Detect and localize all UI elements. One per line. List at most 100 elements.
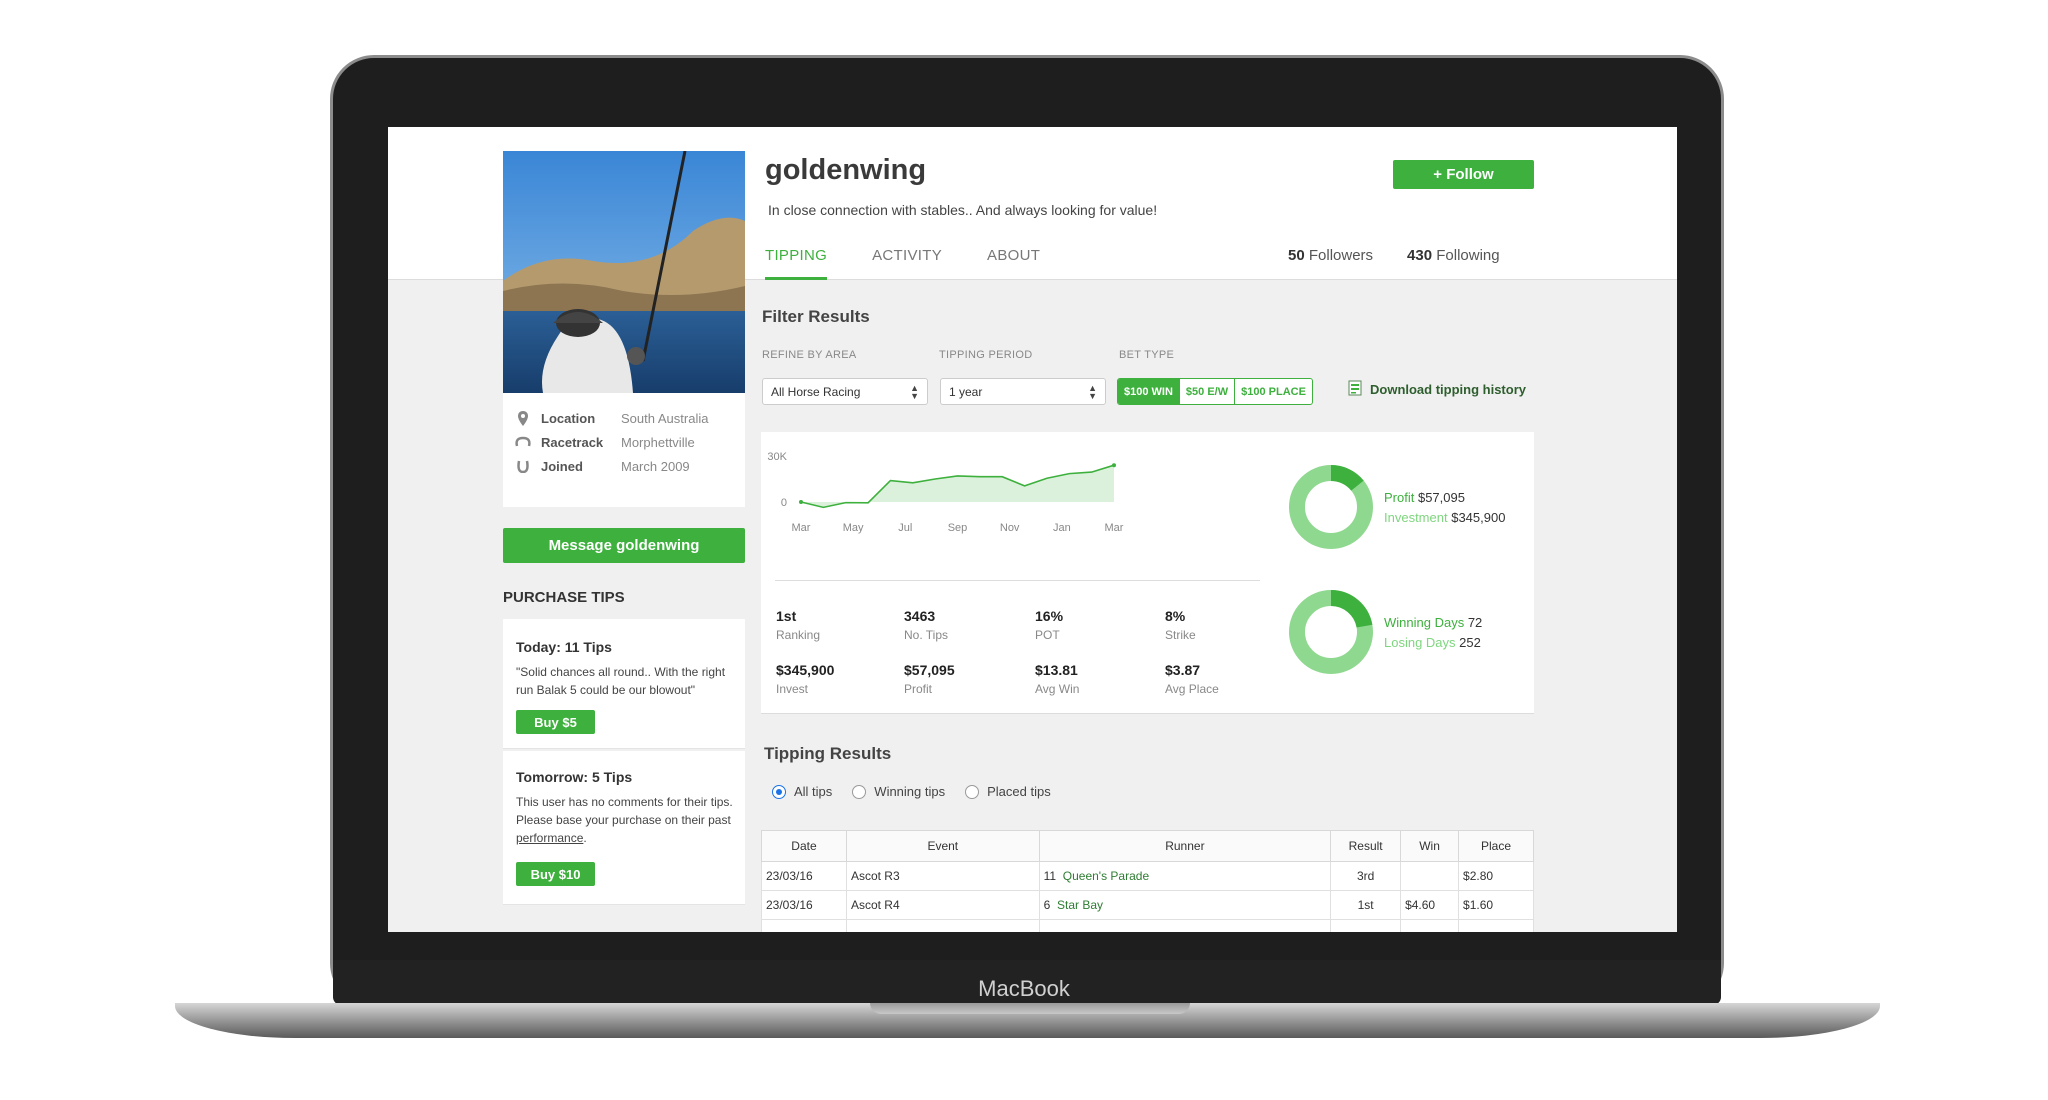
area-select[interactable]: All Horse Racing ▲ ▼	[762, 378, 928, 405]
stat-avg-place: $3.87 Avg Place	[1165, 662, 1219, 696]
col-win[interactable]: Win	[1400, 830, 1460, 862]
area-select-value: All Horse Racing	[771, 384, 861, 399]
col-result[interactable]: Result	[1330, 830, 1402, 862]
download-label: Download tipping history	[1370, 382, 1526, 397]
spreadsheet-icon	[1348, 380, 1362, 399]
cell-empty	[1458, 919, 1534, 932]
area-label: REFINE BY AREA	[762, 349, 857, 361]
stat-label: Invest	[776, 682, 809, 696]
info-label: Racetrack	[541, 434, 604, 450]
following-label: Following	[1436, 247, 1500, 264]
days-donut	[1289, 590, 1373, 674]
cell-runner: 6 Star Bay	[1038, 890, 1332, 920]
table-row[interactable]: 23/03/16 Ascot R3 11 Queen's Parade 3rd …	[761, 861, 1534, 891]
tip-card-text: This user has no comments for their tips…	[516, 793, 738, 847]
performance-link[interactable]: performance	[516, 831, 583, 845]
tab-activity[interactable]: ACTIVITY	[872, 247, 942, 280]
profile-photo	[503, 151, 745, 393]
info-label: Location	[541, 410, 596, 426]
tip-card-title: Today: 11 Tips	[516, 639, 612, 655]
radio-button[interactable]	[772, 784, 786, 799]
col-event[interactable]: Event	[845, 830, 1040, 862]
cell-date: 23/03/16	[761, 861, 847, 891]
tab-tipping[interactable]: TIPPING	[765, 247, 828, 280]
tab-about[interactable]: ABOUT	[987, 247, 1040, 280]
info-label: Joined	[541, 458, 583, 474]
y-tick-label: 0	[781, 497, 787, 509]
info-row-racetrack: Racetrack Morphettville	[515, 431, 695, 453]
bet-100-win[interactable]: $100 WIN	[1118, 379, 1179, 404]
stat-value: $3.87	[1165, 662, 1201, 678]
stat-label: Avg Win	[1035, 682, 1080, 696]
buy-10-button[interactable]: Buy $10	[516, 862, 595, 886]
x-tick-label: May	[843, 522, 864, 534]
donut-slice	[1330, 590, 1373, 628]
period-select[interactable]: 1 year ▲ ▼	[940, 378, 1106, 405]
radio-label: All tips	[794, 784, 833, 799]
select-arrows-icon: ▲ ▼	[1088, 382, 1097, 401]
x-tick-label: Mar	[792, 522, 811, 534]
followers-link[interactable]: 50 Followers	[1288, 247, 1373, 264]
radio-winning-tips[interactable]: Winning tips	[852, 784, 945, 799]
horseshoe-icon	[515, 434, 531, 450]
horseshoe-joined-icon	[515, 458, 531, 474]
bet-100-place[interactable]: $100 PLACE	[1234, 379, 1312, 404]
stat-avg-win: $13.81 Avg Win	[1035, 662, 1079, 696]
legend-a-label: Winning Days	[1384, 615, 1465, 630]
legend-a-value: $57,095	[1417, 490, 1465, 505]
radio-placed-tips[interactable]: Placed tips	[965, 784, 1051, 799]
col-runner[interactable]: Runner	[1038, 830, 1332, 862]
table-row-partial[interactable]	[761, 919, 1534, 932]
stats-panel: 30K 0 Mar May Jul Sep Nov Jan Mar 1st Ranking 346…	[761, 432, 1534, 714]
x-tick-label: Sep	[948, 522, 968, 534]
cell-result: 1st	[1330, 890, 1402, 920]
purchase-tips-title: PURCHASE TIPS	[503, 589, 625, 606]
download-history-link[interactable]: Download tipping history	[1348, 380, 1526, 399]
x-tick-label: Nov	[1000, 522, 1020, 534]
col-date[interactable]: Date	[761, 830, 847, 862]
stat-pot: 16% POT	[1035, 608, 1063, 642]
stat-strike: 8% Strike	[1165, 608, 1196, 642]
bet-type-group: $100 WIN $50 E/W $100 PLACE	[1117, 378, 1313, 405]
stat-ranking: 1st Ranking	[776, 608, 820, 642]
radio-button[interactable]	[852, 784, 867, 799]
tip-card-tomorrow: Tomorrow: 5 Tips This user has no commen…	[503, 751, 745, 905]
following-link[interactable]: 430 Following	[1407, 247, 1500, 264]
bet-50-ew[interactable]: $50 E/W	[1178, 379, 1234, 404]
stat-label: No. Tips	[904, 628, 949, 642]
table-row[interactable]: 23/03/16 Ascot R4 6 Star Bay 1st $4.60 $…	[761, 890, 1534, 920]
cell-win	[1400, 861, 1460, 891]
chart-divider	[775, 580, 1260, 581]
cell-empty	[761, 919, 847, 932]
chart-area	[801, 465, 1114, 508]
info-row-joined: Joined March 2009	[515, 455, 690, 477]
follow-counts: 50 Followers 430 Following	[1288, 247, 1500, 264]
runner-link[interactable]: Queen's Parade	[1063, 869, 1149, 883]
legend-b-label: Investment	[1384, 510, 1448, 525]
info-value: South Australia	[621, 410, 709, 426]
tipping-results-title: Tipping Results	[764, 744, 892, 763]
cell-place: $1.60	[1458, 890, 1534, 920]
radio-button[interactable]	[965, 784, 980, 799]
x-tick-label: Jan	[1053, 522, 1071, 534]
followers-label: Followers	[1308, 247, 1374, 264]
chart-point	[799, 500, 803, 504]
buy-5-button[interactable]: Buy $5	[516, 710, 595, 734]
cell-event: Ascot R3	[845, 861, 1040, 891]
stat-value: 1st	[776, 608, 797, 624]
follow-button[interactable]: + Follow	[1393, 160, 1534, 189]
radio-label: Placed tips	[987, 784, 1051, 799]
profit-donut	[1289, 465, 1373, 549]
runner-link[interactable]: Star Bay	[1057, 898, 1103, 912]
cell-empty	[1400, 919, 1460, 932]
legend-b-label: Losing Days	[1384, 635, 1456, 650]
message-button[interactable]: Message goldenwing	[503, 528, 745, 563]
legend-a-label: Profit	[1384, 490, 1415, 505]
stat-label: Profit	[904, 682, 933, 696]
col-place[interactable]: Place	[1458, 830, 1534, 862]
stat-label: Strike	[1165, 628, 1196, 642]
tip-card-title: Tomorrow: 5 Tips	[516, 769, 633, 785]
radio-all-tips[interactable]: All tips	[772, 784, 832, 799]
legend-b-value: $345,900	[1451, 510, 1506, 525]
stat-label: Avg Place	[1165, 682, 1219, 696]
